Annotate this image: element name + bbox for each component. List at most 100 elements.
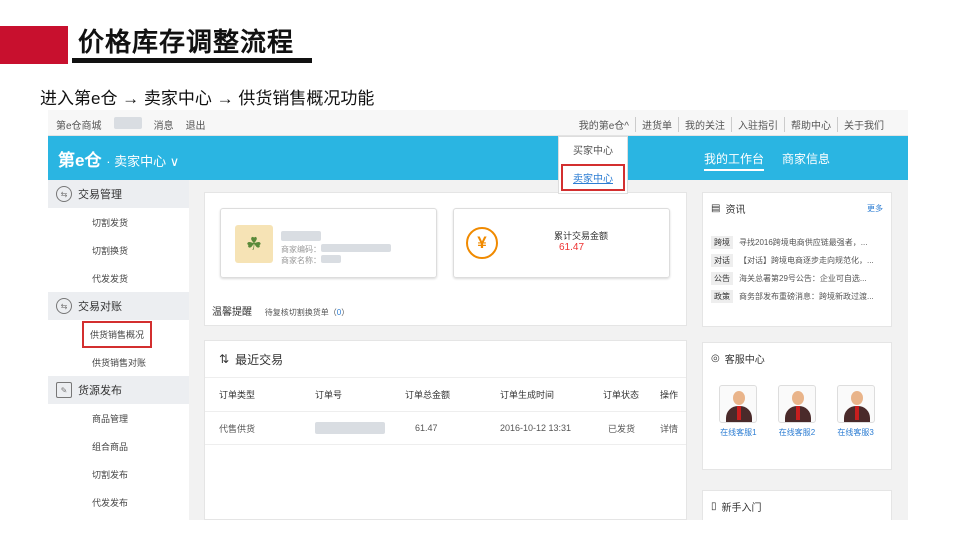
edit-icon: ✎ (56, 382, 72, 398)
news-icon: ▤ (711, 202, 721, 214)
merchant-card: ☘ 商家编码： 商家名称： (220, 208, 437, 278)
news-text: 商务部发布重磅消息：跨境新政过渡... (739, 291, 874, 301)
favorites-link[interactable]: 我的关注 (678, 117, 731, 132)
my-account-menu[interactable]: 我的第e仓^ (573, 117, 635, 132)
tip-end: ） (341, 308, 350, 317)
agent-avatar-icon (836, 385, 875, 423)
top-nav: 第e仓商城 消息 退出 我的第e仓^ 进货单 我的关注 入驻指引 帮助中心 关于… (48, 110, 908, 136)
agent-label: 在线客服2 (778, 428, 816, 437)
merchant-name-blurred (321, 255, 341, 263)
tab-merchant-info[interactable]: 商家信息 (782, 150, 830, 171)
merchant-code-label: 商家编码： (281, 245, 321, 254)
about-link[interactable]: 关于我们 (837, 117, 890, 132)
service-title: 客服中心 (724, 354, 765, 366)
news-text: 海关总署第29号公告：企业可自选... (739, 273, 867, 283)
slide-title: 价格库存调整流程 (78, 27, 295, 57)
sidebar-group-label: 交易对账 (78, 301, 122, 313)
slide-subtitle: 进入第e仓 → 卖家中心 → 供货销售概况功能 (40, 89, 375, 108)
news-tag: 对话 (711, 253, 733, 267)
messages-link[interactable]: 消息 (154, 117, 174, 132)
seller-center-item[interactable]: 卖家中心 (561, 164, 625, 191)
news-tag: 政策 (711, 289, 733, 303)
sidebar-item-dropship-publish[interactable]: 代发发布 (48, 488, 189, 516)
news-title: 资讯 (725, 204, 746, 216)
merchant-blurred (281, 231, 321, 241)
table-row: 代售供货 61.47 2016-10-12 13:31 已发货 详情 (205, 411, 686, 445)
buyer-center-item[interactable]: 买家中心 (559, 137, 627, 162)
news-text: 寻找2016跨境电商供应链最强者，... (739, 237, 868, 247)
merchant-code-blurred (321, 244, 391, 252)
sidebar-item-label: 代发发货 (92, 273, 129, 284)
agent-1[interactable]: 在线客服1 (719, 385, 758, 438)
total-amount-card: ¥ 累计交易金额 61.47 (453, 208, 670, 278)
sidebar-group-publish[interactable]: ✎ 货源发布 (48, 376, 189, 404)
sidebar-item-label: 商品管理 (92, 413, 129, 424)
logout-link[interactable]: 退出 (186, 117, 206, 132)
news-item[interactable]: 跨境 寻找2016跨境电商供应链最强者，... (703, 233, 891, 251)
news-item[interactable]: 公告 海关总署第29号公告：企业可自选... (703, 269, 891, 287)
news-more-link[interactable]: 更多 (867, 203, 883, 214)
sidebar-group-reconcile[interactable]: ⇆ 交易对账 (48, 292, 189, 320)
news-item[interactable]: 政策 商务部发布重磅消息：跨境新政过渡... (703, 287, 891, 305)
tip-text: 待复核切割换货单（ (264, 308, 337, 317)
column-header: 操作 (660, 390, 679, 400)
headset-icon: ◎ (711, 352, 720, 364)
order-detail-link[interactable]: 详情 (660, 422, 678, 435)
sidebar-item-products[interactable]: 商品管理 (48, 404, 189, 432)
agent-3[interactable]: 在线客服3 (836, 385, 875, 438)
help-link[interactable]: 帮助中心 (784, 117, 837, 132)
sidebar-item-sales-reconcile[interactable]: 供货销售对账 (48, 348, 189, 376)
summary-panel: ☘ 商家编码： 商家名称： ¥ 累计交易金额 61.47 温馨提醒 待复核切割换… (204, 192, 687, 326)
order-status: 已发货 (608, 423, 636, 434)
column-header: 订单状态 (603, 390, 640, 400)
newbie-panel: ▯ 新手入门 (702, 490, 892, 520)
news-panel: ▤ 资讯 更多 跨境 寻找2016跨境电商供应链最强者，... 对话 【对话】跨境电… (702, 192, 892, 327)
exchange-icon: ⇆ (56, 298, 72, 314)
brand-name: 第e仓 (58, 151, 102, 170)
yen-icon: ¥ (466, 227, 498, 259)
order-amount: 61.47 (415, 423, 438, 433)
agent-2[interactable]: 在线客服2 (777, 385, 816, 438)
table-header: 订单类型 订单号 订单总金额 订单生成时间 订单状态 操作 (205, 377, 686, 411)
sidebar-item-bundles[interactable]: 组合商品 (48, 432, 189, 460)
sidebar-group-label: 货源发布 (78, 385, 122, 397)
sidebar-group-label: 交易管理 (78, 189, 122, 201)
agent-label: 在线客服1 (720, 428, 757, 437)
document-icon: ▯ (711, 500, 717, 512)
header-bar: 第e仓 · 卖家中心 ∨ 我的工作台 商家信息 (48, 136, 908, 180)
column-header: 订单总金额 (405, 390, 451, 400)
sidebar-item-cut-publish[interactable]: 切割发布 (48, 460, 189, 488)
news-tag: 跨境 (711, 235, 733, 249)
order-time: 2016-10-12 13:31 (500, 423, 572, 433)
slide-accent-bar (0, 26, 68, 64)
newbie-title[interactable]: 新手入门 (722, 499, 762, 514)
agent-label: 在线客服3 (837, 428, 874, 437)
recent-trades-title: 最近交易 (235, 352, 284, 367)
sidebar-item-label: 切割换货 (92, 245, 129, 256)
slide-title-underline (72, 58, 312, 63)
tab-workbench[interactable]: 我的工作台 (703, 150, 764, 171)
news-text: 【对话】跨境电商逐步走向规范化，... (739, 255, 874, 265)
trade-icon: ⇅ (219, 352, 230, 366)
onboarding-link[interactable]: 入驻指引 (731, 117, 784, 132)
column-header: 订单类型 (219, 390, 256, 400)
merchant-name-label: 商家名称： (281, 256, 321, 265)
agent-avatar-icon (777, 385, 816, 423)
order-number-blurred (315, 422, 385, 434)
column-header: 订单号 (315, 390, 343, 400)
mall-link[interactable]: 第e仓商城 (56, 117, 102, 132)
sidebar-item-dropship[interactable]: 代发发货 (48, 264, 189, 292)
sidebar-group-trade[interactable]: ⇆ 交易管理 (48, 180, 189, 208)
sidebar: ⇆ 交易管理 切割发货 切割换货 代发发货 ⇆ 交易对账 供货销售概况 供货销售… (48, 180, 189, 520)
sidebar-item-cut-ship[interactable]: 切割发货 (48, 208, 189, 236)
sidebar-item-sales-overview[interactable]: 供货销售概况 (48, 320, 189, 348)
brand-logo[interactable]: 第e仓 · 卖家中心 ∨ (58, 146, 179, 171)
cart-link[interactable]: 进货单 (635, 117, 678, 132)
merchant-avatar-icon: ☘ (235, 225, 273, 263)
news-item[interactable]: 对话 【对话】跨境电商逐步走向规范化，... (703, 251, 891, 269)
recent-trades-panel: ⇅ 最近交易 订单类型 订单号 订单总金额 订单生成时间 订单状态 操作 代售供… (204, 340, 687, 520)
order-type: 代售供货 (219, 423, 256, 434)
sidebar-item-cut-exchange[interactable]: 切割换货 (48, 236, 189, 264)
news-tag: 公告 (711, 271, 733, 285)
tip-line: 温馨提醒 待复核切割换货单（0） (212, 303, 349, 318)
